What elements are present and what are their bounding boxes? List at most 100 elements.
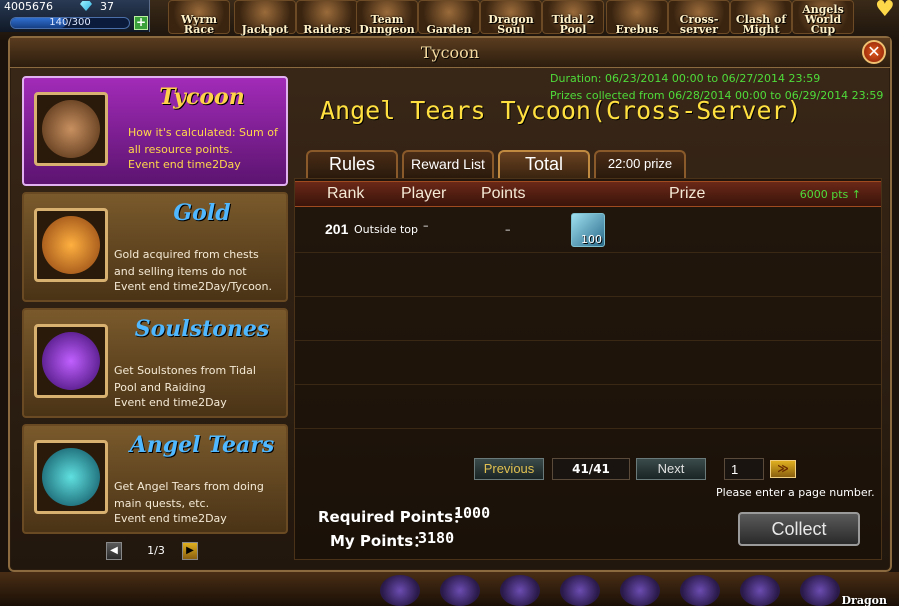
category-thumb-art xyxy=(42,216,100,274)
event-shortcut-label: Team Dungeon xyxy=(359,13,415,36)
event-shortcut-label: Clash of Might xyxy=(735,13,787,36)
category-card-gold[interactable]: Gold Gold acquired from chests and sellin… xyxy=(22,192,288,302)
my-points-value: 3180 xyxy=(418,529,455,547)
angel-tears-icon xyxy=(34,440,108,514)
tab-total[interactable]: Total xyxy=(498,150,590,178)
tab-reward-list[interactable]: Reward List xyxy=(402,150,494,178)
energy-bar: 140/300 xyxy=(10,17,130,29)
event-shortcut-icon[interactable]: Angels World Cup xyxy=(792,0,854,36)
category-event-end: Event end time2Day xyxy=(114,396,227,409)
my-points-label: My Points： xyxy=(330,532,429,550)
heart-icon[interactable]: ♥ xyxy=(875,0,899,22)
category-name: Gold xyxy=(173,200,231,226)
soulstone-orb-icon xyxy=(34,324,108,398)
bottom-shortcut-icon[interactable] xyxy=(620,575,660,606)
top-hud: 4005676 37 140/300 + Wyrm Race Jackpot Rai… xyxy=(0,0,899,40)
table-row: 201 Outside top – – 100 xyxy=(295,209,881,253)
event-shortcut-icon[interactable]: Jackpot xyxy=(234,0,296,36)
add-energy-button[interactable]: + xyxy=(134,16,148,30)
event-shortcut-icon[interactable]: Wyrm Race xyxy=(168,0,230,36)
category-description: Gold acquired from chests and selling it… xyxy=(114,248,259,278)
row-player: Outside top xyxy=(354,223,419,236)
bottom-shortcut-icon[interactable] xyxy=(380,575,420,606)
table-row xyxy=(295,297,881,341)
next-page-button[interactable]: Next xyxy=(636,458,706,480)
tycoon-portrait-icon xyxy=(34,92,108,166)
event-shortcut-icon[interactable]: Dragon Soul xyxy=(480,0,542,36)
event-shortcut-label: Tidal 2 Pool xyxy=(551,13,595,36)
gem-count: 37 xyxy=(100,0,114,13)
event-shortcuts: Wyrm Race Jackpot Raiders Team Dungeon Garde… xyxy=(168,0,859,36)
event-shortcut-icon[interactable]: Team Dungeon xyxy=(356,0,418,36)
row-points: – xyxy=(505,223,511,236)
gold-coin-icon xyxy=(34,208,108,282)
event-shortcut-icon[interactable]: Cross-server xyxy=(668,0,730,36)
event-shortcut-label: Angels World Cup xyxy=(802,3,844,36)
tab-2200-prize[interactable]: 22:00 prize xyxy=(594,150,686,178)
table-row xyxy=(295,341,881,385)
event-shortcut-label: Cross-server xyxy=(679,13,719,36)
category-card-tycoon[interactable]: Tycoon How it's calculated: Sum of all re… xyxy=(22,76,288,186)
resource-panel: 4005676 37 140/300 + xyxy=(0,0,150,32)
event-shortcut-label: Raiders xyxy=(303,23,351,36)
event-shortcut-label: Dragon Soul xyxy=(488,13,534,36)
table-header: Rank Player Points Prize 6000 pts ↑ xyxy=(295,181,881,207)
header-rank: Rank xyxy=(327,185,365,202)
category-prev-button[interactable]: ◀ xyxy=(106,542,122,560)
page-number-input[interactable] xyxy=(724,458,764,480)
event-shortcut-icon[interactable]: Clash of Might xyxy=(730,0,792,36)
close-button[interactable]: ✕ xyxy=(862,40,886,64)
event-shortcut-label: Wyrm Race xyxy=(181,13,217,36)
header-player: Player xyxy=(401,185,447,202)
category-event-end: Event end time2Day/Tycoon. xyxy=(114,280,272,293)
category-description: Get Soulstones from Tidal Pool and Raidi… xyxy=(114,364,256,394)
event-shortcut-icon[interactable]: Tidal 2 Pool xyxy=(542,0,604,36)
category-card-soulstones[interactable]: Soulstones Get Soulstones from Tidal Pool… xyxy=(22,308,288,418)
category-event-end: Event end time2Day xyxy=(128,158,241,171)
event-duration: Duration: 06/23/2014 00:00 to 06/27/2014… xyxy=(550,72,821,85)
bottom-shortcut-icon[interactable] xyxy=(560,575,600,606)
category-name: Tycoon xyxy=(159,84,245,110)
bottom-dragon-label: Dragon xyxy=(841,594,888,606)
bottom-shortcut-icon[interactable] xyxy=(440,575,480,606)
angel-tears-prize-icon[interactable]: 100 xyxy=(571,213,605,247)
previous-page-button[interactable]: Previous xyxy=(474,458,544,480)
event-shortcut-label: Erebus xyxy=(615,23,659,36)
category-card-angel-tears[interactable]: Angel Tears Get Angel Tears from doing ma… xyxy=(22,424,288,534)
category-thumb-art xyxy=(42,100,100,158)
page-indicator: 41/41 xyxy=(552,458,630,480)
event-shortcut-label: Jackpot xyxy=(241,23,289,36)
table-row xyxy=(295,385,881,429)
tycoon-window: Tycoon ✕ Tycoon How it's calculated: Sum … xyxy=(8,36,892,572)
gold-count: 4005676 xyxy=(4,0,53,13)
event-shortcut-icon[interactable]: Garden xyxy=(418,0,480,35)
event-shortcut-icon[interactable]: Erebus xyxy=(606,0,668,36)
table-row xyxy=(295,253,881,297)
required-points-value: 1000 xyxy=(454,504,491,522)
collect-button[interactable]: Collect xyxy=(738,512,860,546)
tab-rules[interactable]: Rules xyxy=(306,150,398,178)
category-pager: ◀ 1/3 ▶ xyxy=(106,542,202,560)
category-event-end: Event end time2Day xyxy=(114,512,227,525)
gem-icon xyxy=(80,1,92,11)
category-next-button[interactable]: ▶ xyxy=(182,542,198,560)
bottom-bar: Dragon xyxy=(0,572,899,606)
bottom-shortcut-icon[interactable] xyxy=(680,575,720,606)
row-dash: – xyxy=(423,219,429,232)
category-thumb-art xyxy=(42,332,100,390)
go-to-page-button[interactable]: ≫ xyxy=(770,460,796,478)
event-shortcut-icon[interactable]: Raiders xyxy=(296,0,358,36)
row-rank: 201 xyxy=(325,221,349,237)
ranking-panel: Rank Player Points Prize 6000 pts ↑ 201 … xyxy=(294,178,882,560)
category-name: Angel Tears xyxy=(129,432,275,458)
category-description: Get Angel Tears from doing main quests, … xyxy=(114,480,264,510)
header-points: Points xyxy=(481,185,526,202)
bottom-shortcut-icon[interactable] xyxy=(740,575,780,606)
event-title: Angel Tears Tycoon(Cross-Server) xyxy=(320,96,802,125)
bottom-shortcut-icon[interactable] xyxy=(500,575,540,606)
category-page-indicator: 1/3 xyxy=(147,544,165,557)
category-thumb-art xyxy=(42,448,100,506)
page-input-hint: Please enter a page number. xyxy=(716,486,875,499)
category-description: How it's calculated: Sum of all resource… xyxy=(128,126,278,156)
bottom-shortcut-icon[interactable] xyxy=(800,575,840,606)
